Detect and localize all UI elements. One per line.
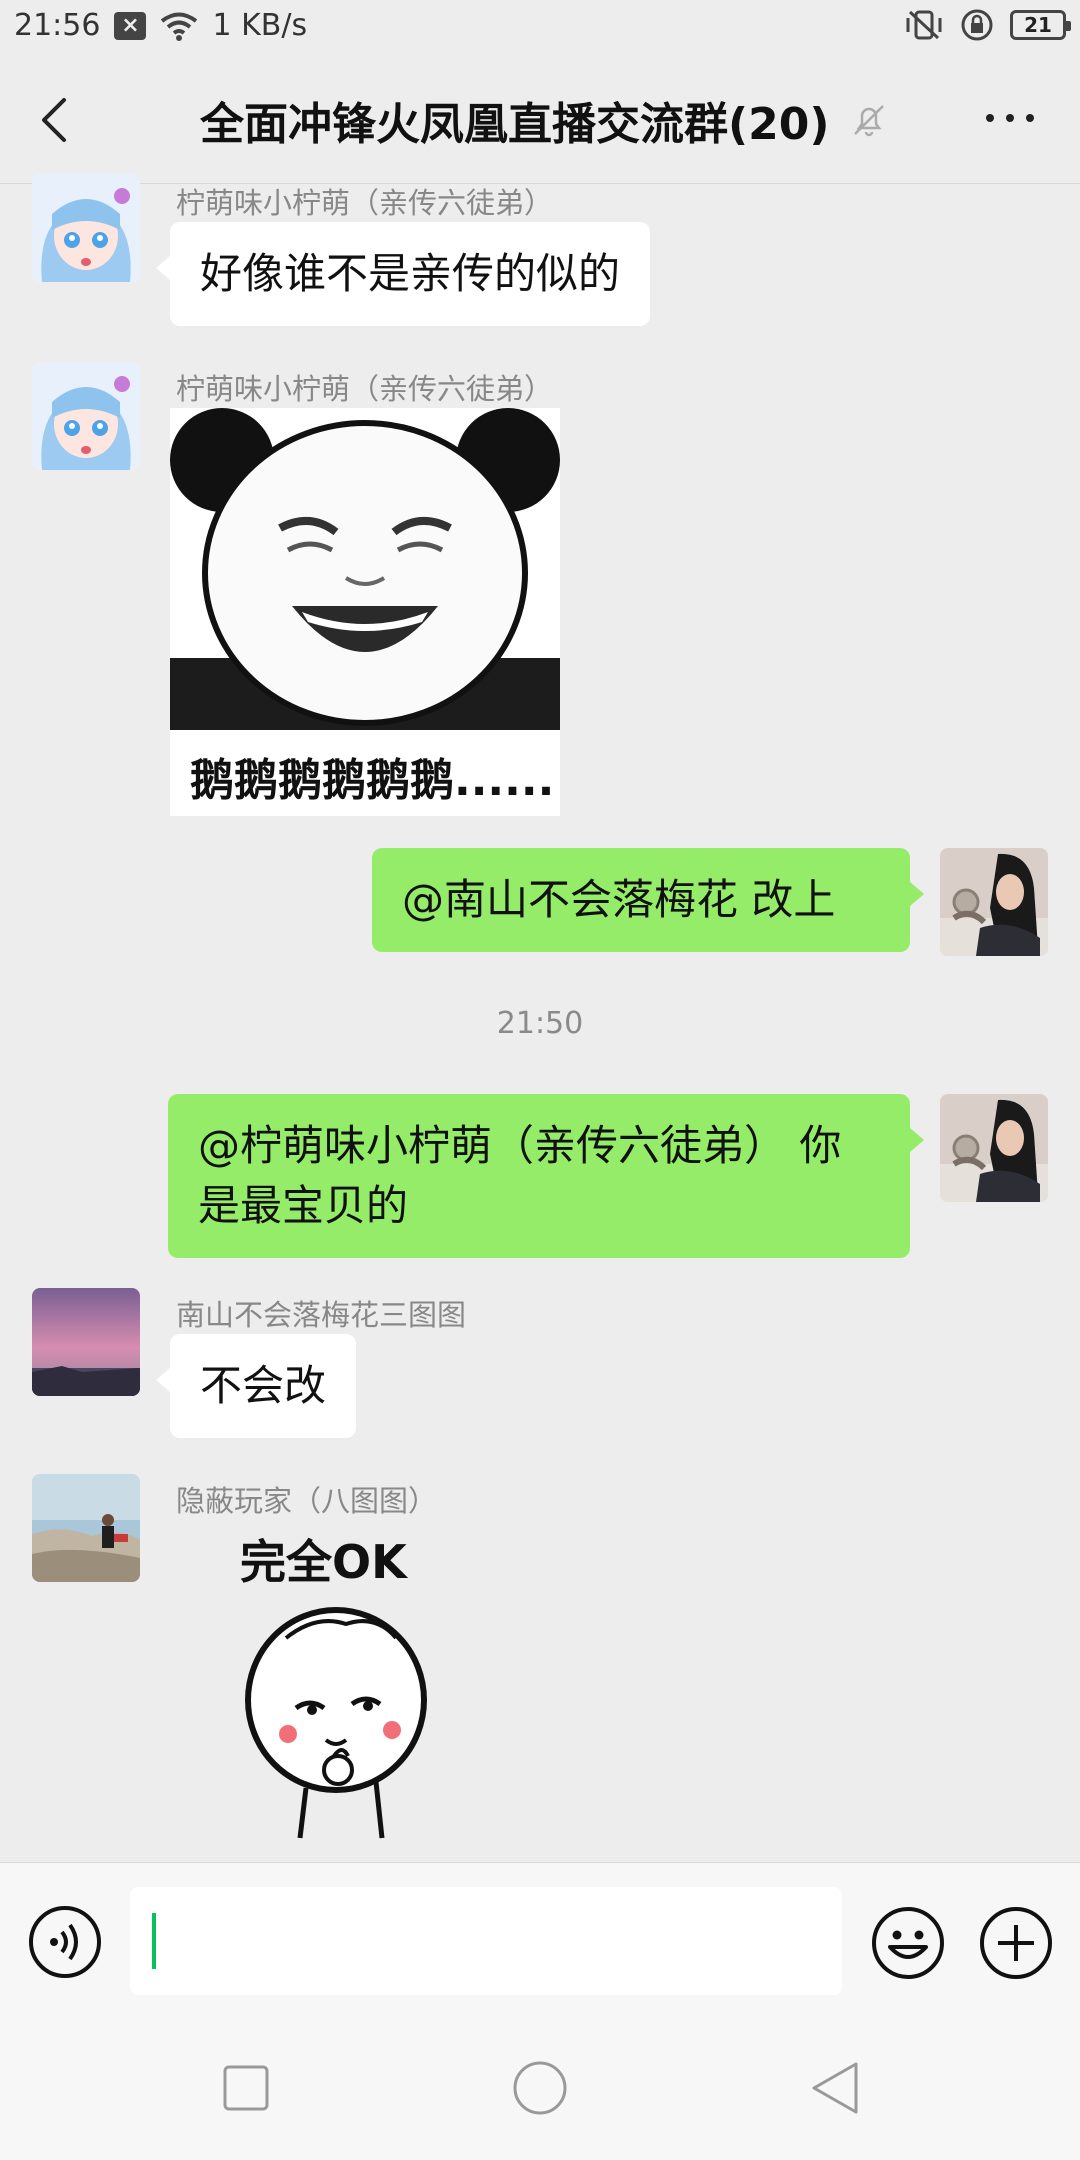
back-triangle-icon[interactable] — [808, 2060, 860, 2116]
more-dot — [986, 114, 994, 122]
chat-header: 全面冲锋火凤凰直播交流群(20) — [0, 56, 1080, 184]
sticker-caption: 鹅鹅鹅鹅鹅鹅...... — [190, 755, 555, 806]
home-icon[interactable] — [512, 2060, 568, 2116]
avatar[interactable] — [32, 174, 140, 282]
status-left: 21:56 × 1 KB/s — [14, 8, 307, 43]
panda-sticker[interactable]: 鹅鹅鹅鹅鹅鹅...... — [170, 408, 560, 816]
message-bubble[interactable]: 好像谁不是亲传的似的 — [155, 222, 651, 326]
more-dot — [1026, 114, 1034, 122]
avatar-self[interactable] — [940, 848, 1048, 956]
sender-name: 柠萌味小柠萌（亲传六徒弟） — [176, 372, 554, 406]
network-speed: 1 KB/s — [212, 8, 308, 43]
plus-icon[interactable] — [978, 1905, 1054, 1981]
ok-sticker[interactable]: 完全OK — [226, 1520, 466, 1840]
status-time: 21:56 — [14, 8, 101, 43]
message-line: 是最宝贝的 — [198, 1181, 409, 1230]
back-arrow-icon[interactable] — [30, 90, 80, 150]
message-line: @柠萌味小柠萌（亲传六徒弟） 你 — [198, 1121, 842, 1170]
title-group: 全面冲锋火凤凰直播交流群(20) — [200, 88, 889, 152]
panda-face-image — [170, 408, 560, 730]
avatar[interactable] — [32, 362, 140, 470]
recent-apps-icon[interactable] — [222, 2064, 270, 2112]
more-dot — [1006, 114, 1014, 122]
message-bubble-self[interactable]: @南山不会落梅花 改上 — [372, 848, 924, 952]
status-right: 21 — [904, 8, 1071, 42]
ok-character-image — [245, 1607, 427, 1839]
avatar[interactable] — [32, 1474, 140, 1582]
rotation-lock-icon — [961, 9, 993, 41]
vibrate-mute-icon — [906, 10, 942, 40]
battery-icon: 21 — [1010, 10, 1071, 40]
message-bubble[interactable]: 不会改 — [155, 1334, 357, 1438]
text-cursor — [152, 1913, 156, 1969]
sender-name: 柠萌味小柠萌（亲传六徒弟） — [176, 186, 554, 220]
chat-screen: 21:56 × 1 KB/s 21 全面冲锋火凤凰直播交流群(20) 柠萌味小柠… — [0, 0, 1080, 2160]
mute-bell-icon — [854, 105, 885, 137]
status-bar: 21:56 × 1 KB/s 21 — [0, 0, 1080, 56]
chat-title[interactable]: 全面冲锋火凤凰直播交流群(20) — [200, 88, 829, 152]
emoji-icon[interactable] — [870, 1905, 946, 1981]
x-square-icon: × — [114, 11, 147, 40]
message-input-bar — [0, 1862, 1080, 2008]
avatar-self[interactable] — [940, 1094, 1048, 1202]
battery-level: 21 — [1024, 13, 1052, 37]
voice-input-icon[interactable] — [28, 1905, 102, 1979]
avatar[interactable] — [32, 1288, 140, 1396]
more-options-icon[interactable] — [986, 114, 1034, 122]
wifi-icon — [161, 12, 198, 41]
message-text-input[interactable] — [130, 1887, 842, 1995]
system-navigation-bar — [0, 2008, 1080, 2160]
message-timestamp: 21:50 — [496, 1006, 584, 1041]
message-bubble-self[interactable]: @柠萌味小柠萌（亲传六徒弟） 你 是最宝贝的 — [168, 1094, 924, 1258]
sender-name: 南山不会落梅花三图图 — [176, 1298, 467, 1332]
sender-name: 隐蔽玩家（八图图） — [176, 1484, 438, 1518]
